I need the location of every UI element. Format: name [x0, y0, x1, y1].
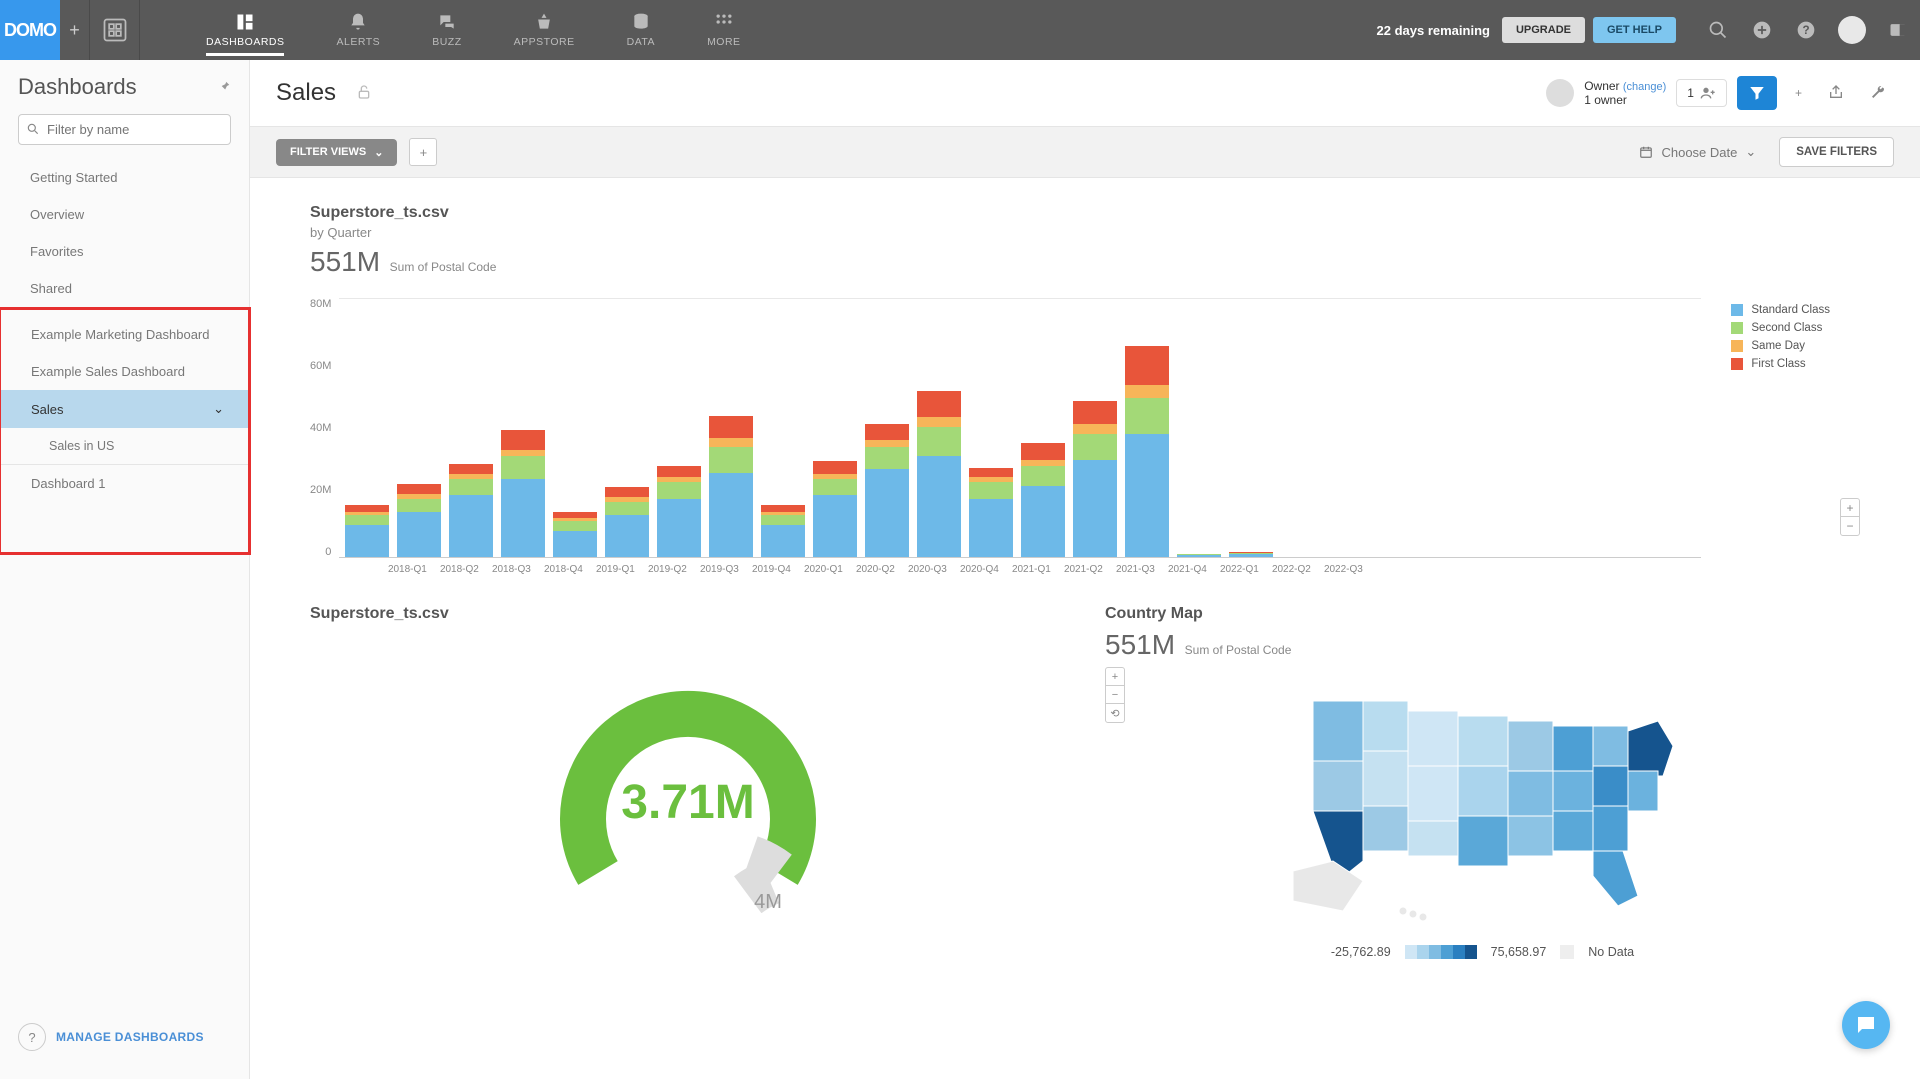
chat-fab[interactable] — [1842, 1001, 1890, 1049]
zoom-out-icon[interactable]: − — [1106, 686, 1124, 704]
map-legend-min: -25,762.89 — [1331, 945, 1391, 959]
chart-headline-label: Sum of Postal Code — [390, 260, 497, 274]
sidebar-item-example-sales[interactable]: Example Sales Dashboard — [1, 353, 248, 390]
trial-remaining: 22 days remaining — [1377, 23, 1490, 38]
y-axis: 80M60M40M20M0 — [310, 298, 339, 558]
save-filters-button[interactable]: SAVE FILTERS — [1779, 137, 1894, 167]
top-nav: DOMO + DASHBOARDS ALERTS BUZZ APPSTORE D… — [0, 0, 1920, 60]
logo[interactable]: DOMO — [0, 0, 60, 60]
map-zoom-control[interactable]: + − ⟲ — [1105, 667, 1125, 723]
page-title: Sales — [276, 79, 336, 107]
workspace-icon[interactable] — [90, 0, 140, 60]
owner-count-text: 1 owner — [1584, 93, 1666, 107]
sidebar-item-overview[interactable]: Overview — [0, 196, 249, 233]
appstore-icon — [534, 12, 554, 32]
chart-zoom-control[interactable]: +− — [1840, 498, 1860, 536]
sidebar-item-dashboard-1[interactable]: Dashboard 1 — [1, 465, 248, 502]
sidebar-item-sales-in-us[interactable]: Sales in US — [1, 428, 248, 465]
map-headline-value: 551M — [1105, 629, 1175, 660]
map-nodata-label: No Data — [1588, 945, 1634, 959]
owner-change-link[interactable]: (change) — [1623, 81, 1666, 93]
sidebar-item-sales[interactable]: Sales ⌄ — [1, 390, 248, 428]
add-tab-button[interactable]: + — [60, 0, 90, 60]
nav-alerts[interactable]: ALERTS — [311, 4, 407, 56]
gauge-title: Superstore_ts.csv — [310, 605, 1065, 623]
sidebar-title: Dashboards — [18, 74, 137, 100]
map-card: Country Map 551M Sum of Postal Code + − … — [1105, 605, 1860, 959]
add-filter-button[interactable]: + — [409, 138, 437, 166]
share-count[interactable]: 1 — [1676, 79, 1727, 107]
chart-subtitle: by Quarter — [310, 225, 1860, 240]
user-avatar[interactable] — [1838, 16, 1866, 44]
nav-more[interactable]: MORE — [681, 4, 767, 56]
owner-avatar[interactable] — [1546, 79, 1574, 107]
help-icon[interactable]: ? — [1794, 18, 1818, 42]
search-icon[interactable] — [1706, 18, 1730, 42]
filter-toggle-button[interactable] — [1737, 76, 1777, 110]
reset-icon[interactable]: ⟲ — [1106, 704, 1124, 722]
dashboard-icon — [235, 12, 255, 32]
upgrade-button[interactable]: UPGRADE — [1502, 17, 1585, 43]
chart-headline-value: 551M — [310, 246, 380, 277]
zoom-in-icon[interactable]: + — [1841, 499, 1859, 517]
chat-icon — [437, 12, 457, 32]
add-circle-icon[interactable] — [1750, 18, 1774, 42]
owner-label: Owner — [1584, 79, 1619, 93]
manage-dashboards-link[interactable]: MANAGE DASHBOARDS — [56, 1030, 204, 1044]
nodata-swatch — [1560, 945, 1574, 959]
gauge-card: Superstore_ts.csv 3.71M 4M — [310, 605, 1065, 959]
nav-dashboards[interactable]: DASHBOARDS — [180, 4, 311, 56]
svg-text:?: ? — [1802, 24, 1809, 37]
chat-icon — [1854, 1013, 1878, 1037]
sidebar: Dashboards Getting Started Overview Favo… — [0, 60, 250, 1079]
calendar-icon — [1639, 145, 1653, 159]
gethelp-button[interactable]: GET HELP — [1593, 17, 1676, 43]
main: Sales Owner (change) 1 owner 1 + — [250, 60, 1920, 1079]
sidebar-item-getting-started[interactable]: Getting Started — [0, 159, 249, 196]
help-circle-icon[interactable]: ? — [18, 1023, 46, 1051]
grid-icon — [714, 12, 734, 32]
nav-appstore[interactable]: APPSTORE — [488, 4, 601, 56]
gauge-total: 4M — [754, 891, 782, 913]
chevron-down-icon: ⌄ — [374, 146, 383, 159]
filter-views-button[interactable]: FILTER VIEWS ⌄ — [276, 139, 397, 166]
bell-icon — [348, 12, 368, 32]
filter-bar: FILTER VIEWS ⌄ + Choose Date ⌄ SAVE FILT… — [250, 126, 1920, 178]
map-legend-max: 75,658.97 — [1491, 945, 1547, 959]
filter-name-input[interactable] — [18, 114, 231, 145]
funnel-icon — [1748, 84, 1766, 102]
pin-icon[interactable] — [217, 79, 231, 96]
x-axis: 2018-Q12018-Q22018-Q32018-Q42019-Q12019-… — [379, 558, 1701, 575]
map-gradient — [1405, 945, 1477, 959]
page-header: Sales Owner (change) 1 owner 1 + — [250, 60, 1920, 126]
sidebar-item-favorites[interactable]: Favorites — [0, 233, 249, 270]
search-icon — [26, 122, 40, 139]
highlight-box: Example Marketing Dashboard Example Sale… — [0, 307, 251, 555]
chart-title: Superstore_ts.csv — [310, 204, 1860, 222]
chevron-down-icon: ⌄ — [1745, 144, 1756, 160]
sidebar-item-example-marketing[interactable]: Example Marketing Dashboard — [1, 316, 248, 353]
database-icon — [631, 12, 651, 32]
add-icon[interactable]: + — [1787, 86, 1810, 100]
zoom-in-icon[interactable]: + — [1106, 668, 1124, 686]
zoom-out-icon[interactable]: − — [1841, 517, 1859, 535]
lock-icon[interactable] — [356, 84, 372, 103]
sidebar-item-shared[interactable]: Shared — [0, 270, 249, 307]
choose-date-button[interactable]: Choose Date ⌄ — [1628, 137, 1767, 167]
chevron-down-icon: ⌄ — [213, 401, 224, 417]
bar-chart-card: Superstore_ts.csv by Quarter 551M Sum of… — [310, 204, 1860, 575]
us-map[interactable] — [1273, 671, 1693, 931]
bar-plot — [339, 298, 1701, 558]
map-headline-label: Sum of Postal Code — [1185, 643, 1292, 657]
map-title: Country Map — [1105, 605, 1860, 623]
gauge-value: 3.71M — [621, 776, 754, 829]
panel-icon[interactable] — [1886, 18, 1910, 42]
nav-buzz[interactable]: BUZZ — [406, 4, 487, 56]
person-add-icon — [1700, 85, 1716, 101]
wrench-icon[interactable] — [1862, 84, 1894, 103]
chart-legend: Standard ClassSecond ClassSame DayFirst … — [1731, 298, 1830, 575]
share-icon[interactable] — [1820, 84, 1852, 103]
nav-data[interactable]: DATA — [601, 4, 681, 56]
